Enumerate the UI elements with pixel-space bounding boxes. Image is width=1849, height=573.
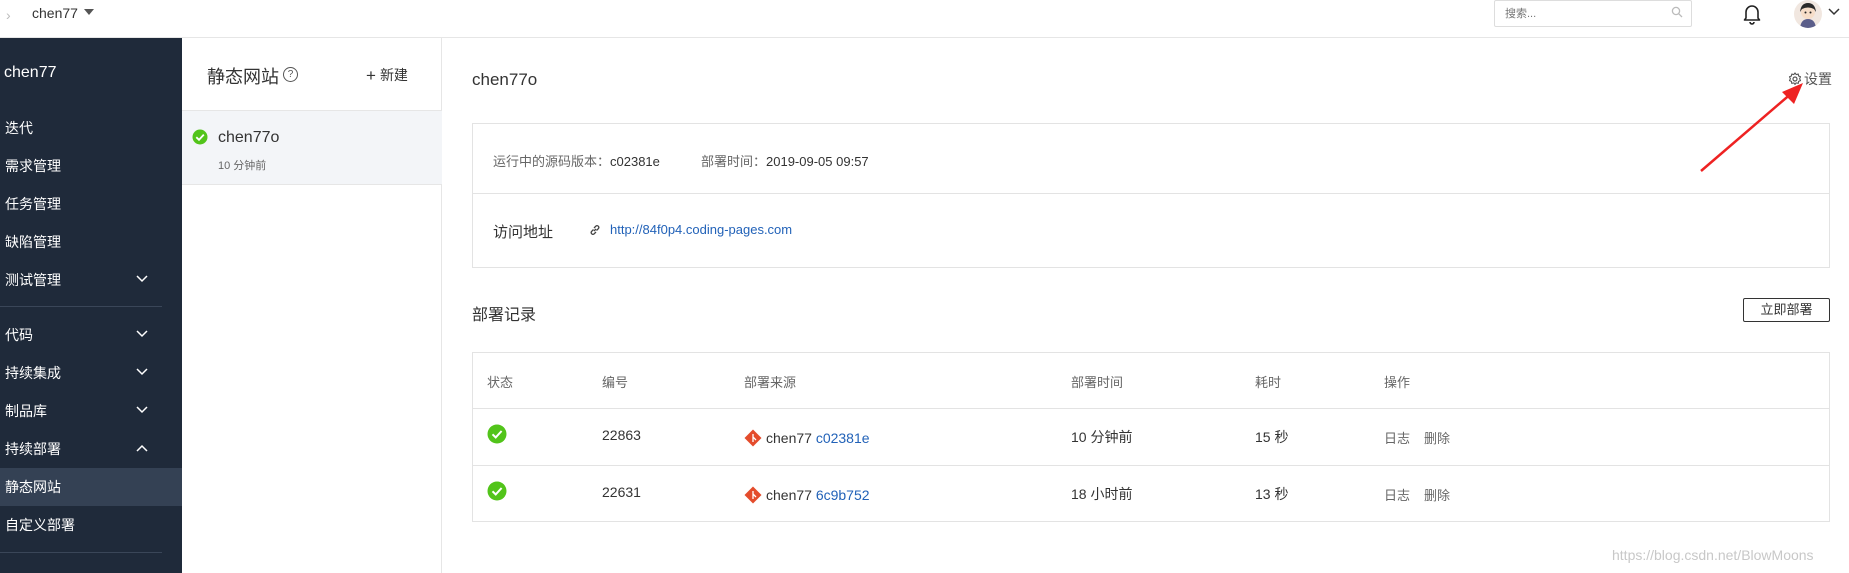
- chevron-up-icon: [136, 444, 148, 452]
- deploy-source: chen77 6c9b752: [744, 482, 870, 504]
- sidebar-divider: [0, 552, 162, 553]
- site-list-panel: 静态网站 ? + 新建 chen77o 10 分钟前: [182, 38, 442, 573]
- success-check-icon: [487, 424, 507, 444]
- deploy-id: 22863: [602, 427, 641, 443]
- sidebar-item-iteration[interactable]: 迭代: [0, 109, 182, 147]
- caret-down-icon[interactable]: [84, 9, 94, 15]
- sidebar: chen77 迭代 需求管理 任务管理 缺陷管理 测试管理 代码 持续集成 制品…: [0, 38, 182, 573]
- deploy-time-cell: 10 分钟前: [1071, 429, 1133, 445]
- sidebar-item-label: 静态网站: [5, 479, 61, 495]
- watermark: https://blog.csdn.net/BlowMoons: [1612, 547, 1814, 563]
- sidebar-item-cd[interactable]: 持续部署: [0, 430, 182, 468]
- chevron-down-icon: [136, 368, 148, 376]
- site-updated-time: 10 分钟前: [218, 160, 267, 172]
- column-header: 耗时: [1255, 375, 1282, 390]
- main-content: chen77o 设置 运行中的源码版本：c02381e 部署时间：2019-09…: [443, 38, 1849, 573]
- plus-icon: +: [366, 66, 376, 85]
- source-user: chen77: [766, 487, 812, 503]
- chevron-down-icon: [136, 330, 148, 338]
- site-name: chen77o: [218, 129, 280, 146]
- delete-link[interactable]: 删除: [1424, 485, 1450, 504]
- sidebar-project-title: chen77: [4, 64, 57, 81]
- git-icon: [744, 429, 762, 447]
- column-header: 部署来源: [744, 375, 797, 390]
- chevron-right-icon[interactable]: ›: [6, 7, 11, 23]
- link-icon: [590, 225, 600, 235]
- panel-title: 静态网站: [207, 67, 279, 87]
- success-check-icon: [487, 481, 507, 501]
- deploy-time-label: 部署时间：: [701, 154, 767, 169]
- deploy-now-button[interactable]: 立即部署: [1743, 298, 1830, 322]
- table-row: 22631 chen77 6c9b752 18 小时前 13 秒 日志 删除: [473, 466, 1829, 522]
- deploy-records-table: 状态 编号 部署来源 部署时间 耗时 操作 22863 chen77 c0238…: [472, 352, 1830, 522]
- column-header: 操作: [1384, 375, 1411, 390]
- log-link[interactable]: 日志: [1384, 485, 1410, 504]
- sidebar-item-defects[interactable]: 缺陷管理: [0, 223, 182, 261]
- column-header: 状态: [487, 375, 514, 390]
- deploy-source: chen77 c02381e: [744, 425, 870, 447]
- search-box[interactable]: [1494, 0, 1692, 27]
- sidebar-item-label: 测试管理: [5, 272, 61, 288]
- deploy-time-value: 2019-09-05 09:57: [766, 154, 869, 169]
- sidebar-item-label: 持续集成: [5, 365, 61, 381]
- version-label: 运行中的源码版本：: [493, 154, 611, 169]
- search-input[interactable]: [1495, 1, 1655, 26]
- help-icon[interactable]: ?: [283, 67, 298, 82]
- sidebar-item-ci[interactable]: 持续集成: [0, 354, 182, 392]
- source-user: chen77: [766, 430, 812, 446]
- sidebar-item-custom-deploy[interactable]: 自定义部署: [0, 506, 182, 544]
- sidebar-item-label: 需求管理: [5, 158, 61, 174]
- avatar[interactable]: [1794, 0, 1822, 28]
- project-switcher[interactable]: chen77: [32, 5, 78, 21]
- chevron-down-icon[interactable]: [1828, 8, 1840, 16]
- access-url-label: 访问地址: [493, 224, 554, 241]
- sidebar-item-label: 制品库: [5, 403, 47, 419]
- new-site-button[interactable]: + 新建: [366, 65, 408, 85]
- column-header: 部署时间: [1071, 375, 1124, 390]
- duration-cell: 15 秒: [1255, 429, 1289, 445]
- new-site-label: 新建: [379, 67, 408, 83]
- sidebar-item-tasks[interactable]: 任务管理: [0, 185, 182, 223]
- deploy-id: 22631: [602, 484, 641, 500]
- annotation-arrow: [1700, 83, 1803, 172]
- bell-icon[interactable]: [1742, 3, 1762, 25]
- top-bar: › chen77: [0, 0, 1849, 38]
- running-version: 运行中的源码版本：c02381e: [493, 151, 660, 170]
- sidebar-item-label: 代码: [5, 327, 33, 343]
- git-icon: [744, 486, 762, 504]
- sidebar-item-requirements[interactable]: 需求管理: [0, 147, 182, 185]
- table-row: 22863 chen77 c02381e 10 分钟前 15 秒 日志 删除: [473, 409, 1829, 466]
- site-list-header: 静态网站 ? + 新建: [182, 38, 442, 111]
- page-title: chen77o: [472, 70, 538, 89]
- sidebar-item-code[interactable]: 代码: [0, 316, 182, 354]
- info-row: 运行中的源码版本：c02381e 部署时间：2019-09-05 09:57: [473, 124, 1829, 194]
- access-url-link[interactable]: http://84f0p4.coding-pages.com: [610, 222, 792, 237]
- search-icon[interactable]: [1671, 6, 1683, 18]
- sidebar-item-artifacts[interactable]: 制品库: [0, 392, 182, 430]
- table-header: 状态 编号 部署来源 部署时间 耗时 操作: [473, 353, 1829, 409]
- sidebar-divider: [0, 306, 162, 307]
- deploy-time: 部署时间：2019-09-05 09:57: [701, 151, 869, 170]
- version-value: c02381e: [610, 154, 660, 169]
- sidebar-item-label: 持续部署: [5, 441, 61, 457]
- sidebar-item-label: 迭代: [5, 120, 33, 136]
- deploy-records-title: 部署记录: [472, 307, 537, 324]
- column-header: 编号: [602, 375, 629, 390]
- sidebar-item-static-site[interactable]: 静态网站: [0, 468, 182, 506]
- chevron-down-icon: [136, 406, 148, 414]
- duration-cell: 13 秒: [1255, 486, 1289, 502]
- success-check-icon: [192, 129, 208, 145]
- commit-link[interactable]: 6c9b752: [816, 487, 870, 503]
- delete-link[interactable]: 删除: [1424, 428, 1450, 447]
- sidebar-item-label: 缺陷管理: [5, 234, 61, 250]
- sidebar-item-label: 自定义部署: [5, 517, 75, 533]
- site-list-item[interactable]: chen77o 10 分钟前: [182, 111, 442, 185]
- chevron-down-icon: [136, 275, 148, 283]
- deploy-time-cell: 18 小时前: [1071, 486, 1133, 502]
- sidebar-item-testing[interactable]: 测试管理: [0, 261, 182, 299]
- sidebar-item-label: 任务管理: [5, 196, 61, 212]
- deploy-info-box: 运行中的源码版本：c02381e 部署时间：2019-09-05 09:57 访…: [472, 123, 1830, 268]
- commit-link[interactable]: c02381e: [816, 430, 870, 446]
- log-link[interactable]: 日志: [1384, 428, 1410, 447]
